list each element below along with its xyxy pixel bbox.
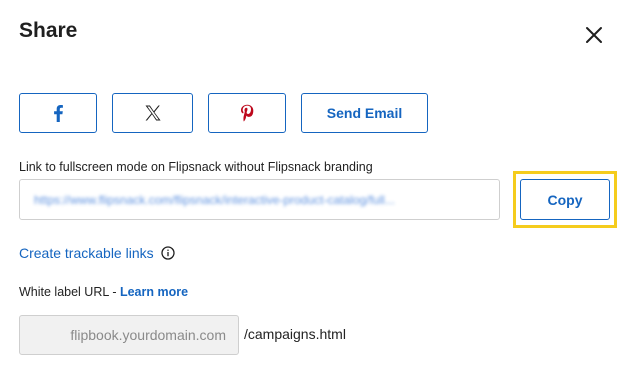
close-icon [586, 27, 602, 43]
white-label-domain-field[interactable] [19, 315, 239, 355]
facebook-share-button[interactable] [19, 93, 97, 133]
pinterest-icon [241, 104, 254, 122]
white-label-path: /campaigns.html [244, 326, 346, 342]
x-twitter-icon [145, 105, 161, 121]
white-label-row: White label URL - Learn more [19, 285, 188, 299]
x-share-button[interactable] [112, 93, 193, 133]
copy-button[interactable]: Copy [520, 179, 610, 220]
white-label-label: White label URL - [19, 285, 120, 299]
facebook-icon [54, 105, 63, 122]
trackable-links-row: Create trackable links [19, 245, 175, 261]
create-trackable-links-link[interactable]: Create trackable links [19, 245, 154, 261]
close-button[interactable] [583, 24, 605, 46]
fullscreen-url-field[interactable]: https://www.flipsnack.com/flipsnack/inte… [19, 179, 500, 220]
learn-more-link[interactable]: Learn more [120, 285, 188, 299]
dialog-title: Share [19, 19, 78, 42]
white-label-domain-input[interactable] [36, 327, 226, 343]
info-icon[interactable] [160, 246, 175, 260]
send-email-button[interactable]: Send Email [301, 93, 428, 133]
fullscreen-link-label: Link to fullscreen mode on Flipsnack wit… [19, 160, 373, 174]
fullscreen-url-text: https://www.flipsnack.com/flipsnack/inte… [34, 192, 395, 207]
pinterest-share-button[interactable] [208, 93, 286, 133]
